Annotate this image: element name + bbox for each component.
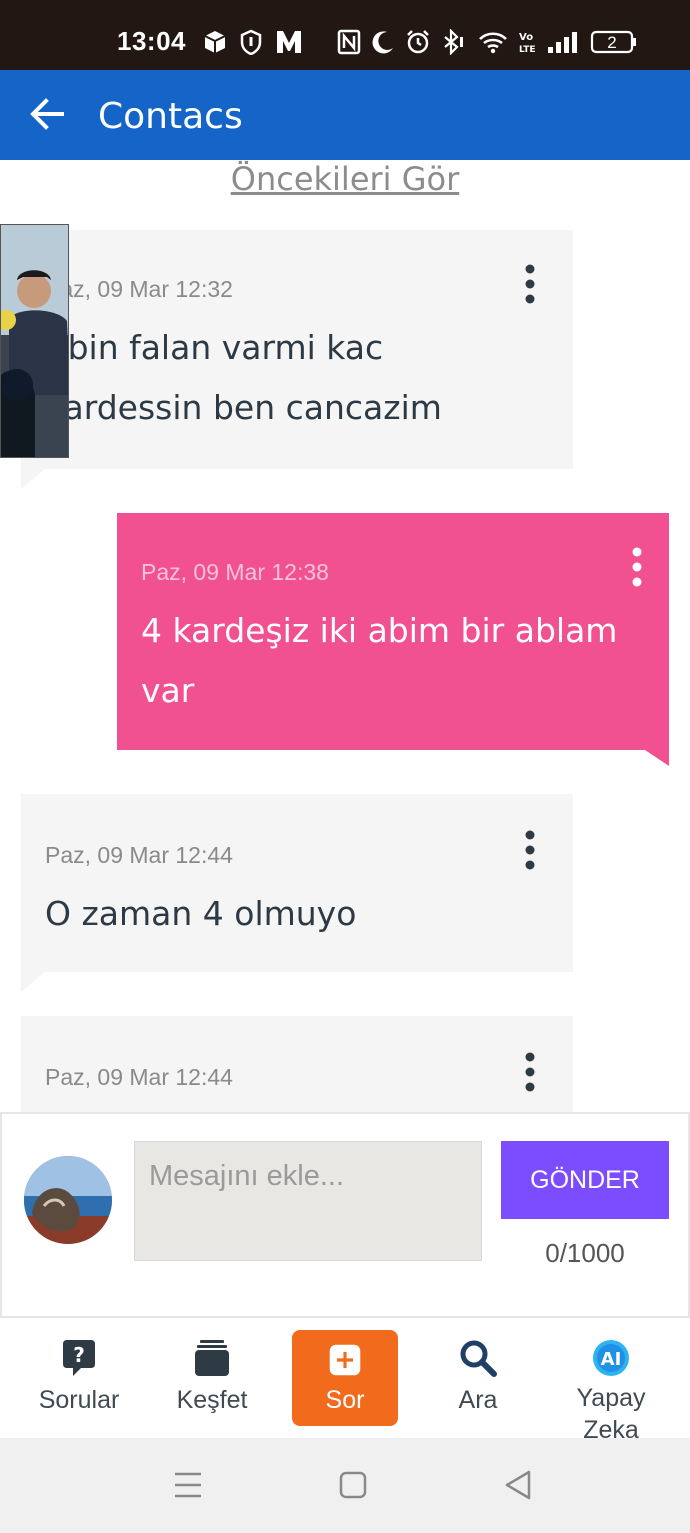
nav-label: Sor bbox=[325, 1386, 365, 1414]
svg-text:Vo: Vo bbox=[519, 32, 533, 43]
bottom-navigation: ? Sorular Keşfet Sor Ara AI Yapay Zeka bbox=[0, 1318, 690, 1438]
cube-icon bbox=[204, 31, 226, 53]
moon-icon bbox=[372, 31, 393, 54]
message-textarea[interactable] bbox=[135, 1142, 481, 1260]
send-button[interactable]: GÖNDER bbox=[501, 1141, 669, 1219]
message-timestamp: Paz, 09 Mar 12:32 bbox=[45, 276, 233, 302]
nav-label: Keşfet bbox=[176, 1386, 248, 1414]
svg-text:LTE: LTE bbox=[519, 45, 536, 55]
home-icon[interactable] bbox=[336, 1468, 370, 1502]
chat-thread[interactable]: Öncekileri Gör Paz, 09 Mar 12:32 Abin fa… bbox=[0, 160, 690, 1112]
nav-item-ask[interactable]: Sor bbox=[292, 1330, 398, 1426]
message-timestamp: Paz, 09 Mar 12:44 bbox=[45, 1064, 233, 1090]
nav-label: Ara bbox=[458, 1386, 498, 1414]
nav-item-questions[interactable]: ? Sorular bbox=[19, 1318, 139, 1438]
people-image-icon bbox=[1, 225, 68, 457]
message-composer: GÖNDER 0/1000 bbox=[0, 1112, 690, 1318]
wifi-icon bbox=[479, 32, 507, 54]
message-timestamp: Paz, 09 Mar 12:44 bbox=[45, 842, 233, 868]
see-previous-link[interactable]: Öncekileri Gör bbox=[0, 160, 690, 198]
battery-level: 2 bbox=[607, 33, 617, 52]
more-vertical-icon[interactable] bbox=[524, 1052, 536, 1092]
more-vertical-icon[interactable] bbox=[524, 830, 536, 870]
svg-text:AI: AI bbox=[601, 1349, 622, 1370]
message-timestamp: Paz, 09 Mar 12:38 bbox=[141, 559, 329, 585]
svg-text:?: ? bbox=[73, 1343, 85, 1367]
nav-item-explore[interactable]: Keşfet bbox=[152, 1318, 272, 1438]
volte-icon: Vo LTE bbox=[519, 32, 536, 55]
message-outgoing: Paz, 09 Mar 12:38 4 kardeşiz iki abim bi… bbox=[117, 513, 669, 750]
message-incoming: Paz, 09 Mar 12:44 O zaman 4 olmuyo bbox=[21, 794, 573, 972]
message-input[interactable] bbox=[134, 1141, 482, 1261]
alarm-icon bbox=[407, 30, 429, 54]
search-icon bbox=[460, 1340, 497, 1377]
status-bar: 13:04 Vo LTE 2 bbox=[0, 0, 690, 70]
nav-label: Sorular bbox=[38, 1386, 120, 1414]
signal-icon bbox=[548, 32, 577, 53]
more-vertical-icon[interactable] bbox=[631, 547, 643, 587]
question-bubble-icon: ? bbox=[63, 1340, 95, 1376]
bubble-tail bbox=[21, 469, 45, 489]
nav-label: Yapay Zeka bbox=[576, 1384, 646, 1438]
ai-icon: AI bbox=[593, 1340, 629, 1376]
avatar[interactable] bbox=[24, 1156, 112, 1244]
message-text: O zaman 4 olmuyo bbox=[45, 894, 357, 933]
shield-icon bbox=[240, 29, 262, 55]
message-text: Abin falan varmi kac kardessin ben canca… bbox=[45, 328, 442, 427]
message-incoming: Paz, 09 Mar 12:32 Abin falan varmi kac k… bbox=[21, 230, 573, 469]
system-navigation-bar bbox=[0, 1438, 690, 1533]
avatar-image bbox=[24, 1156, 112, 1244]
more-vertical-icon[interactable] bbox=[524, 264, 536, 304]
bubble-tail bbox=[21, 972, 45, 992]
message-incoming: Paz, 09 Mar 12:44 bbox=[21, 1016, 573, 1112]
status-time: 13:04 bbox=[117, 26, 186, 56]
bubble-tail bbox=[645, 750, 669, 766]
plus-square-icon bbox=[329, 1344, 361, 1376]
menu-icon[interactable] bbox=[171, 1468, 205, 1502]
nav-item-ai[interactable]: AI Yapay Zeka bbox=[551, 1318, 671, 1438]
message-text: 4 kardeşiz iki abim bir ablam var bbox=[141, 611, 618, 710]
back-icon[interactable] bbox=[501, 1468, 535, 1502]
page-title: Contacs bbox=[98, 96, 243, 137]
m-icon bbox=[277, 31, 301, 53]
nav-item-search[interactable]: Ara bbox=[418, 1318, 538, 1438]
arrow-left-icon[interactable] bbox=[28, 94, 68, 134]
bluetooth-icon bbox=[444, 29, 463, 55]
video-thumbnail[interactable] bbox=[0, 224, 69, 458]
character-counter: 0/1000 bbox=[545, 1238, 625, 1268]
nfc-icon bbox=[337, 29, 361, 55]
cards-stack-icon bbox=[195, 1340, 229, 1376]
app-bar: Contacs bbox=[0, 70, 690, 160]
